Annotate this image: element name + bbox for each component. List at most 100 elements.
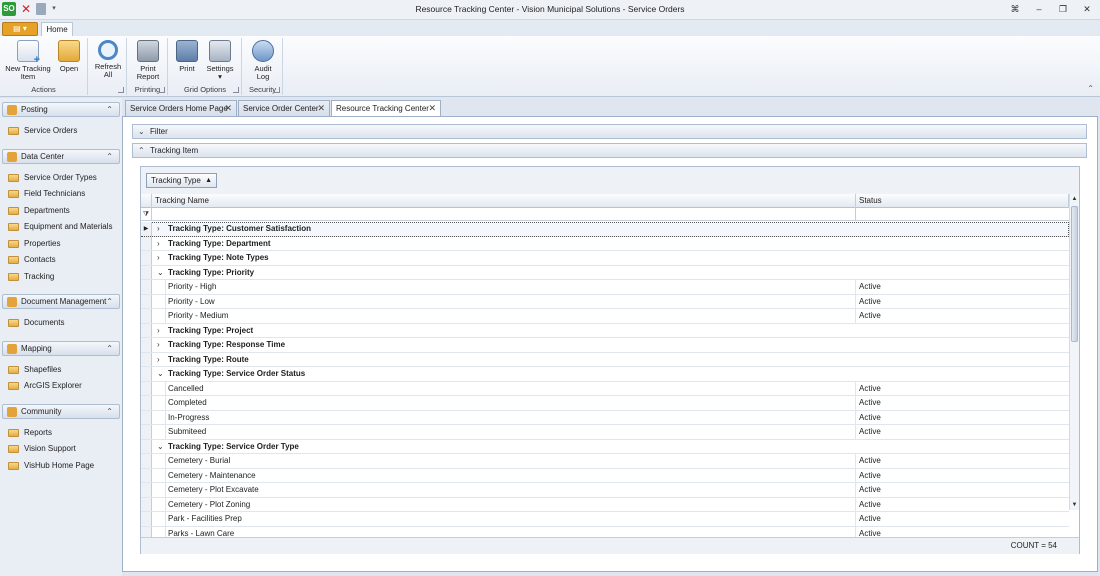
table-row[interactable]: Parks - Lawn Care Active bbox=[141, 526, 1069, 538]
expand-group-icon[interactable]: › bbox=[157, 324, 160, 338]
nav-item-documents[interactable]: Documents bbox=[8, 316, 64, 329]
scroll-thumb[interactable] bbox=[1071, 206, 1078, 342]
scroll-up-icon[interactable]: ▲ bbox=[1070, 194, 1079, 204]
cell-tracking-name[interactable]: Priority - Low bbox=[168, 294, 856, 308]
group-row[interactable]: ⌄ Tracking Type: Service Order Type bbox=[141, 439, 1069, 454]
expand-group-icon[interactable]: › bbox=[157, 251, 160, 265]
nav-section-document-management[interactable]: Document Management ⌃ bbox=[2, 294, 120, 309]
maximize-icon[interactable]: ❐ bbox=[1056, 3, 1070, 15]
collapse-group-icon[interactable]: ⌄ bbox=[157, 367, 164, 381]
minimize-icon[interactable]: – bbox=[1032, 3, 1046, 15]
vertical-scrollbar[interactable]: ▲ ▼ bbox=[1069, 194, 1079, 510]
tab-resource-tracking-center[interactable]: Resource Tracking Center ✕ bbox=[331, 100, 441, 117]
table-row[interactable]: Submiteed Active bbox=[141, 425, 1069, 440]
tab-service-orders-home-page[interactable]: Service Orders Home Page ✕ bbox=[125, 100, 237, 116]
nav-item-reports[interactable]: Reports bbox=[8, 426, 52, 439]
cell-tracking-name[interactable]: Priority - Medium bbox=[168, 309, 856, 323]
close-tab-icon[interactable]: ✕ bbox=[317, 101, 325, 116]
cell-tracking-name[interactable]: Cemetery - Maintenance bbox=[168, 468, 856, 482]
cell-status[interactable]: Active bbox=[859, 454, 881, 468]
group-row[interactable]: › Tracking Type: Department bbox=[141, 236, 1069, 251]
expand-group-icon[interactable]: › bbox=[157, 338, 160, 352]
dialog-launcher-icon[interactable] bbox=[118, 87, 124, 93]
nav-item-tracking[interactable]: Tracking bbox=[8, 270, 54, 283]
cell-status[interactable]: Active bbox=[859, 469, 881, 483]
cell-tracking-name[interactable]: In-Progress bbox=[168, 410, 856, 424]
column-header-tracking-name[interactable]: Tracking Name bbox=[152, 194, 856, 208]
group-row[interactable]: › Tracking Type: Project bbox=[141, 323, 1069, 338]
nav-item-arcgis-explorer[interactable]: ArcGIS Explorer bbox=[8, 379, 82, 392]
nav-item-equipment-and-materials[interactable]: Equipment and Materials bbox=[8, 220, 113, 233]
table-row[interactable]: Cemetery - Plot Excavate Active bbox=[141, 483, 1069, 498]
cell-status[interactable]: Active bbox=[859, 527, 881, 538]
group-by-tracking-type-chip[interactable]: Tracking Type ▲ bbox=[146, 173, 217, 188]
close-tab-icon[interactable]: ✕ bbox=[428, 101, 436, 116]
nav-item-contacts[interactable]: Contacts bbox=[8, 253, 56, 266]
cell-status[interactable]: Active bbox=[859, 512, 881, 526]
group-row[interactable]: › Tracking Type: Note Types bbox=[141, 251, 1069, 266]
nav-section-community[interactable]: Community ⌃ bbox=[2, 403, 120, 419]
nav-item-shapefiles[interactable]: Shapefiles bbox=[8, 363, 61, 376]
table-row[interactable]: In-Progress Active bbox=[141, 410, 1069, 425]
group-row[interactable]: ▶ › Tracking Type: Customer Satisfaction bbox=[141, 222, 1069, 237]
cell-status[interactable]: Active bbox=[859, 309, 881, 323]
group-row[interactable]: ⌄ Tracking Type: Priority bbox=[141, 265, 1069, 280]
print-report-button[interactable]: Print Report bbox=[132, 40, 164, 81]
cell-status[interactable]: Active bbox=[859, 396, 881, 410]
audit-log-button[interactable]: Audit Log bbox=[247, 40, 279, 81]
column-header-status[interactable]: Status bbox=[856, 194, 1069, 208]
auto-filter-row[interactable]: ⧩ bbox=[141, 208, 1079, 221]
close-tab-icon[interactable]: ✕ bbox=[224, 101, 232, 116]
cell-tracking-name[interactable]: Cemetery - Plot Zoning bbox=[168, 497, 856, 511]
nav-item-vishub-home-page[interactable]: VisHub Home Page bbox=[8, 459, 94, 472]
cell-tracking-name[interactable]: Park - Facilities Prep bbox=[168, 512, 856, 526]
cell-status[interactable]: Active bbox=[859, 411, 881, 425]
nav-item-field-technicians[interactable]: Field Technicians bbox=[8, 187, 85, 200]
close-icon[interactable]: ✕ bbox=[1080, 3, 1094, 15]
cell-status[interactable]: Active bbox=[859, 425, 881, 439]
expand-group-icon[interactable]: › bbox=[157, 222, 160, 236]
tab-service-order-center[interactable]: Service Order Center ✕ bbox=[238, 100, 330, 116]
expand-group-icon[interactable]: › bbox=[157, 353, 160, 367]
refresh-all-button[interactable]: Refresh All bbox=[92, 40, 124, 79]
new-tracking-item-button[interactable]: New Tracking Item bbox=[4, 40, 52, 81]
nav-section-data-center[interactable]: Data Center ⌃ bbox=[2, 148, 120, 164]
grid-print-button[interactable]: Print bbox=[173, 40, 201, 73]
nav-item-properties[interactable]: Properties bbox=[8, 237, 60, 250]
collapse-group-icon[interactable]: ⌄ bbox=[157, 266, 164, 280]
cell-tracking-name[interactable]: Parks - Lawn Care bbox=[168, 526, 856, 537]
cell-status[interactable]: Active bbox=[859, 295, 881, 309]
table-row[interactable]: Cemetery - Plot Zoning Active bbox=[141, 497, 1069, 512]
restore-layout-icon[interactable]: ⌘ bbox=[1008, 3, 1022, 15]
nav-item-service-order-types[interactable]: Service Order Types bbox=[8, 171, 97, 184]
group-row[interactable]: › Tracking Type: Response Time bbox=[141, 338, 1069, 353]
dialog-launcher-icon[interactable] bbox=[233, 87, 239, 93]
tracking-item-bar[interactable]: ⌃ Tracking Item bbox=[132, 143, 1087, 158]
cell-status[interactable]: Active bbox=[859, 483, 881, 497]
table-row[interactable]: Priority - High Active bbox=[141, 280, 1069, 295]
cell-status[interactable]: Active bbox=[859, 382, 881, 396]
nav-item-departments[interactable]: Departments bbox=[8, 204, 70, 217]
cell-status[interactable]: Active bbox=[859, 280, 881, 294]
cell-status[interactable]: Active bbox=[859, 498, 881, 512]
collapse-group-icon[interactable]: ⌄ bbox=[157, 440, 164, 454]
expand-group-icon[interactable]: › bbox=[157, 237, 160, 251]
group-row[interactable]: ⌄ Tracking Type: Service Order Status bbox=[141, 367, 1069, 382]
nav-item-service-orders[interactable]: Service Orders bbox=[8, 124, 77, 137]
nav-section-mapping[interactable]: Mapping ⌃ bbox=[2, 340, 120, 356]
settings-button[interactable]: Settings ▾ bbox=[203, 40, 237, 81]
open-button[interactable]: Open bbox=[56, 40, 82, 73]
tab-home[interactable]: Home bbox=[41, 22, 73, 37]
table-row[interactable]: Cemetery - Burial Active bbox=[141, 454, 1069, 469]
scroll-down-icon[interactable]: ▼ bbox=[1070, 500, 1079, 510]
cell-tracking-name[interactable]: Cemetery - Burial bbox=[168, 454, 856, 468]
table-row[interactable]: Park - Facilities Prep Active bbox=[141, 512, 1069, 527]
dialog-launcher-icon[interactable] bbox=[159, 87, 165, 93]
group-row[interactable]: › Tracking Type: Route bbox=[141, 352, 1069, 367]
nav-section-posting[interactable]: Posting ⌃ bbox=[2, 102, 120, 117]
dialog-launcher-icon[interactable] bbox=[274, 87, 280, 93]
table-row[interactable]: Priority - Medium Active bbox=[141, 309, 1069, 324]
table-row[interactable]: Completed Active bbox=[141, 396, 1069, 411]
collapse-ribbon-icon[interactable]: ⌃ bbox=[1087, 84, 1094, 93]
application-menu-button[interactable]: ▤ ▾ bbox=[2, 22, 38, 36]
